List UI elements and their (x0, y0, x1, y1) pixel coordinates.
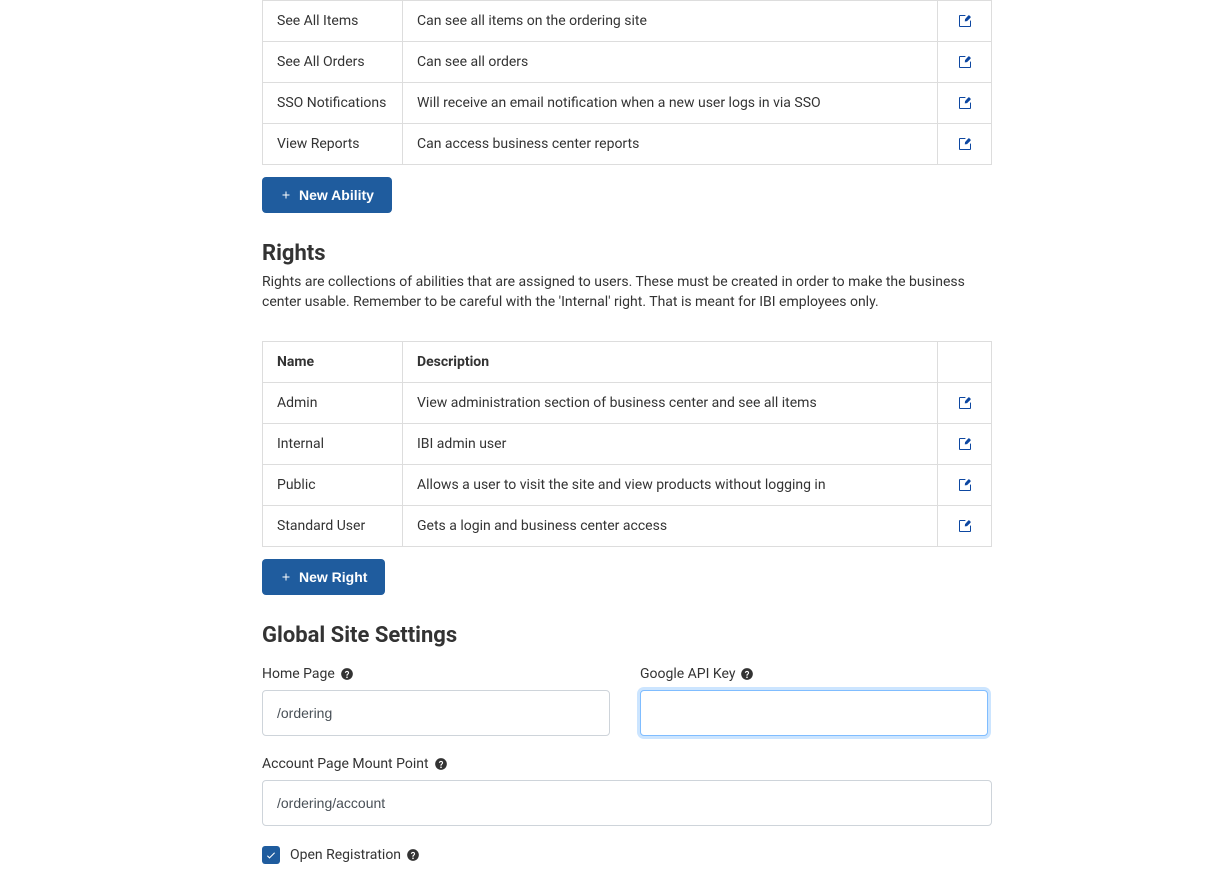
edit-icon[interactable] (957, 54, 973, 70)
right-description: Gets a login and business center access (403, 505, 938, 546)
abilities-table: See All ItemsCan see all items on the or… (262, 0, 992, 165)
ability-description: Will receive an email notification when … (403, 83, 938, 124)
rights-description: Rights are collections of abilities that… (262, 272, 992, 313)
table-row: Standard UserGets a login and business c… (263, 505, 992, 546)
home-page-label: Home Page (262, 666, 610, 682)
ability-name: See All Orders (263, 42, 403, 83)
rights-table: Name Description AdminView administratio… (262, 341, 992, 547)
home-page-group: Home Page (262, 666, 610, 736)
table-row: InternalIBI admin user (263, 423, 992, 464)
google-api-key-label: Google API Key (640, 666, 988, 682)
help-icon[interactable] (340, 667, 354, 681)
ability-name: See All Items (263, 1, 403, 42)
plus-icon (280, 189, 292, 201)
right-name: Admin (263, 382, 403, 423)
open-registration-label: Open Registration (290, 847, 420, 863)
right-description: View administration section of business … (403, 382, 938, 423)
ability-name: SSO Notifications (263, 83, 403, 124)
edit-icon[interactable] (957, 95, 973, 111)
right-name: Internal (263, 423, 403, 464)
google-api-key-input[interactable] (640, 690, 988, 736)
account-mount-label: Account Page Mount Point (262, 756, 992, 772)
rights-header-description: Description (403, 341, 938, 382)
help-icon[interactable] (434, 757, 448, 771)
open-registration-row: Open Registration (262, 846, 992, 864)
new-right-label: New Right (299, 569, 367, 585)
right-description: Allows a user to visit the site and view… (403, 464, 938, 505)
ability-description: Can access business center reports (403, 124, 938, 165)
home-page-input[interactable] (262, 690, 610, 736)
rights-header-action (938, 341, 992, 382)
ability-name: View Reports (263, 124, 403, 165)
new-ability-button[interactable]: New Ability (262, 177, 392, 213)
edit-icon[interactable] (957, 476, 973, 492)
new-right-button[interactable]: New Right (262, 559, 385, 595)
edit-icon[interactable] (957, 13, 973, 29)
account-mount-input[interactable] (262, 780, 992, 826)
table-row: See All OrdersCan see all orders (263, 42, 992, 83)
rights-heading: Rights (262, 241, 992, 266)
right-name: Standard User (263, 505, 403, 546)
table-row: AdminView administration section of busi… (263, 382, 992, 423)
settings-row-2: Account Page Mount Point (262, 756, 992, 826)
right-name: Public (263, 464, 403, 505)
table-row: View ReportsCan access business center r… (263, 124, 992, 165)
new-ability-label: New Ability (299, 187, 374, 203)
ability-description: Can see all orders (403, 42, 938, 83)
table-row: SSO NotificationsWill receive an email n… (263, 83, 992, 124)
plus-icon (280, 571, 292, 583)
help-icon[interactable] (406, 848, 420, 862)
edit-icon[interactable] (957, 136, 973, 152)
google-api-key-group: Google API Key (640, 666, 988, 736)
check-icon (265, 849, 277, 861)
rights-header-name: Name (263, 341, 403, 382)
table-row: PublicAllows a user to visit the site an… (263, 464, 992, 505)
account-mount-group: Account Page Mount Point (262, 756, 992, 826)
help-icon[interactable] (740, 667, 754, 681)
open-registration-checkbox[interactable] (262, 846, 280, 864)
settings-row-1: Home Page Google API Key (262, 666, 992, 736)
right-description: IBI admin user (403, 423, 938, 464)
ability-description: Can see all items on the ordering site (403, 1, 938, 42)
edit-icon[interactable] (957, 394, 973, 410)
global-settings-heading: Global Site Settings (262, 623, 992, 648)
edit-icon[interactable] (957, 517, 973, 533)
table-row: See All ItemsCan see all items on the or… (263, 1, 992, 42)
edit-icon[interactable] (957, 435, 973, 451)
main-content: See All ItemsCan see all items on the or… (262, 0, 992, 864)
